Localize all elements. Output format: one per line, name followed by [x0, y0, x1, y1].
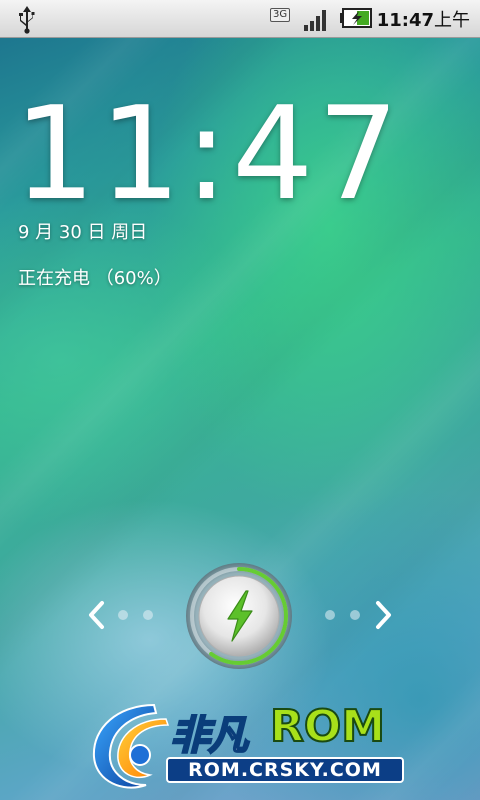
watermark-brand-rom: ROM: [269, 700, 386, 753]
unlock-slider[interactable]: [0, 555, 480, 675]
usb-icon: [19, 6, 35, 34]
status-time: 11:47: [376, 10, 434, 31]
status-ampm: 上午: [434, 10, 470, 31]
lockscreen-time: 11:47: [14, 80, 403, 229]
slider-dot: [143, 610, 153, 620]
chevron-left-icon[interactable]: [86, 599, 108, 631]
charging-status: 正在充电 （60%）: [18, 268, 172, 289]
watermark-url: ROM.CRSKY.COM: [166, 757, 404, 783]
status-bar: 3G 11:47上午: [0, 0, 480, 38]
slider-dot: [118, 610, 128, 620]
watermark-brand-cn: 非凡: [169, 712, 249, 760]
status-clock: 11:47上午: [377, 6, 470, 32]
watermark-logo: 非凡 ROM ROM.CRSKY.COM: [84, 697, 414, 797]
unlock-handle[interactable]: [184, 561, 294, 671]
slider-dot: [325, 610, 335, 620]
battery-charging-icon: [340, 8, 372, 28]
lockscreen-date: 9 月 30 日 周日: [18, 222, 148, 243]
network-type-badge: 3G: [270, 8, 291, 22]
chevron-right-icon[interactable]: [372, 599, 394, 631]
signal-icon: [304, 10, 326, 31]
slider-dot: [350, 610, 360, 620]
crsky-logo-icon: [92, 703, 170, 789]
